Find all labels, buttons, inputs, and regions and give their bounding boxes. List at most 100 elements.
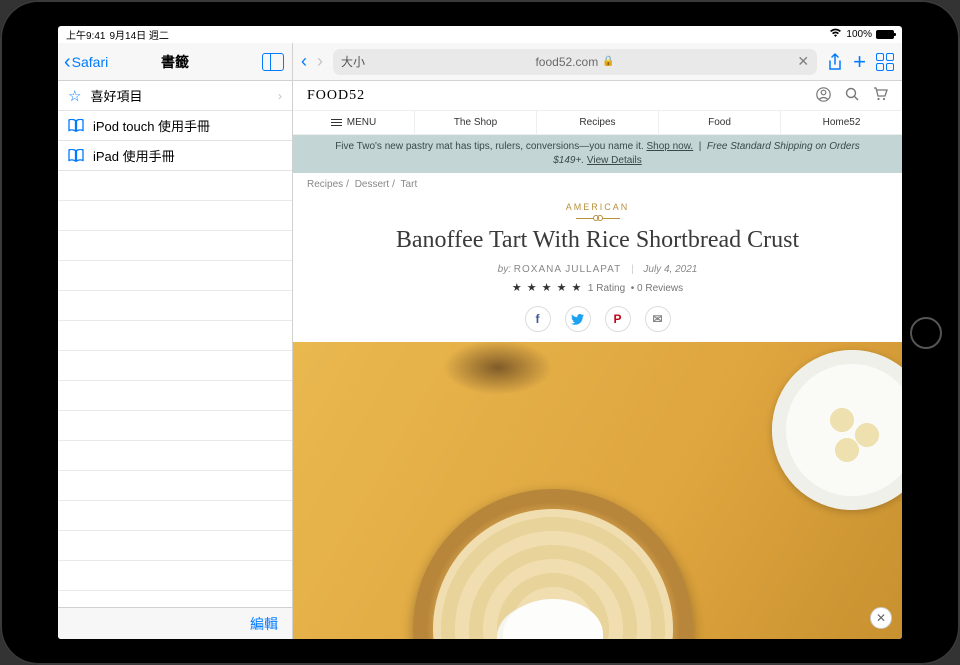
- nav-food[interactable]: Food: [659, 111, 781, 134]
- nav-recipes[interactable]: Recipes: [537, 111, 659, 134]
- cart-icon[interactable]: [873, 87, 888, 104]
- bookmark-favorites[interactable]: ☆ 喜好項目 ›: [58, 81, 292, 111]
- recipe-header: AMERICAN Banoffee Tart With Rice Shortbr…: [293, 196, 902, 342]
- bookmark-label: 喜好項目: [90, 86, 142, 105]
- lock-icon: 🔒: [602, 56, 614, 67]
- browser-pane: ‹ › 大小 food52.com 🔒 ✕ +: [293, 43, 902, 639]
- sidebar-toggle-icon[interactable]: [262, 53, 284, 71]
- chevron-right-icon: ›: [278, 89, 282, 103]
- list-item: [58, 471, 292, 501]
- url-text: food52.com: [535, 55, 598, 69]
- list-item: [58, 171, 292, 201]
- chevron-left-icon: ‹: [64, 52, 71, 72]
- image-detail: [443, 342, 553, 395]
- promo-text: Five Two's new pastry mat has tips, rule…: [335, 141, 644, 152]
- address-bar[interactable]: 大小 food52.com 🔒 ✕: [333, 49, 817, 75]
- nav-label: Recipes: [579, 117, 615, 128]
- wifi-icon: [829, 28, 842, 41]
- close-icon[interactable]: ✕: [870, 607, 892, 629]
- recipe-title: Banoffee Tart With Rice Shortbread Crust: [313, 227, 882, 254]
- share-button[interactable]: [827, 53, 843, 71]
- pinterest-icon[interactable]: P: [605, 306, 631, 332]
- bookmark-list[interactable]: ☆ 喜好項目 › iPod touch 使用手冊 i: [58, 81, 292, 607]
- crumb-link[interactable]: Tart: [401, 179, 418, 190]
- sidebar-footer: 編輯: [58, 607, 292, 639]
- image-detail: [772, 350, 902, 510]
- list-item: [58, 231, 292, 261]
- site-logo[interactable]: FOOD52: [307, 88, 365, 104]
- author-link[interactable]: ROXANA JULLAPAT: [514, 264, 621, 275]
- hamburger-icon: [331, 119, 342, 126]
- screen: 上午9:41 9月14日 週二 100% ‹ Safari 書籤: [58, 26, 902, 639]
- bookmark-item[interactable]: iPod touch 使用手冊: [58, 111, 292, 141]
- list-item: [58, 531, 292, 561]
- ipad-frame: 上午9:41 9月14日 週二 100% ‹ Safari 書籤: [0, 0, 960, 665]
- nav-home52[interactable]: Home52: [781, 111, 902, 134]
- nav-back-button[interactable]: ‹: [301, 51, 307, 72]
- list-item: [58, 411, 292, 441]
- star-rating-icon: ★ ★ ★ ★ ★: [512, 282, 583, 294]
- nav-label: The Shop: [454, 117, 497, 128]
- list-item: [58, 501, 292, 531]
- new-tab-button[interactable]: +: [853, 49, 866, 75]
- webpage-content: FOOD52: [293, 81, 902, 639]
- status-time: 上午9:41: [66, 27, 105, 42]
- by-prefix: by:: [498, 264, 511, 275]
- promo-shop-link[interactable]: Shop now.: [646, 141, 693, 152]
- back-label: Safari: [72, 54, 109, 70]
- sidebar-header: ‹ Safari 書籤: [58, 43, 292, 81]
- edit-button[interactable]: 編輯: [250, 614, 278, 634]
- list-item: [58, 561, 292, 591]
- nav-label: MENU: [347, 117, 376, 128]
- rating-row: ★ ★ ★ ★ ★ 1 Rating • 0 Reviews: [313, 281, 882, 294]
- list-item: [58, 351, 292, 381]
- recipe-hero-image: ✕: [293, 342, 902, 639]
- nav-shop[interactable]: The Shop: [415, 111, 537, 134]
- site-header: FOOD52: [293, 81, 902, 111]
- publish-date: July 4, 2021: [643, 264, 697, 275]
- crumb-link[interactable]: Dessert: [355, 179, 389, 190]
- battery-percent: 100%: [846, 29, 872, 40]
- nav-menu-button[interactable]: MENU: [293, 111, 415, 134]
- list-item: [58, 261, 292, 291]
- tabs-button[interactable]: [876, 53, 894, 71]
- facebook-icon[interactable]: f: [525, 306, 551, 332]
- category-label: AMERICAN: [313, 202, 882, 212]
- list-item: [58, 201, 292, 231]
- bookmark-label: iPad 使用手冊: [93, 146, 175, 165]
- account-icon[interactable]: [816, 87, 831, 105]
- site-nav: MENU The Shop Recipes Food Home52: [293, 111, 902, 135]
- crumb-link[interactable]: Recipes: [307, 179, 343, 190]
- text-size-button[interactable]: 大小: [341, 53, 365, 70]
- nav-label: Home52: [823, 117, 861, 128]
- list-item: [58, 441, 292, 471]
- bookmark-item[interactable]: iPad 使用手冊: [58, 141, 292, 171]
- nav-label: Food: [708, 117, 731, 128]
- back-button[interactable]: ‹ Safari: [64, 52, 108, 72]
- star-icon: ☆: [68, 87, 81, 105]
- battery-icon: [876, 30, 894, 39]
- status-date: 9月14日 週二: [109, 27, 168, 42]
- list-item: [58, 381, 292, 411]
- promo-banner: Five Two's new pastry mat has tips, rule…: [293, 135, 902, 173]
- book-icon: [68, 149, 84, 162]
- book-icon: [68, 119, 84, 132]
- share-row: f P ✉: [313, 306, 882, 332]
- bookmark-label: iPod touch 使用手冊: [93, 116, 210, 135]
- status-bar: 上午9:41 9月14日 週二 100%: [58, 26, 902, 43]
- byline: by: ROXANA JULLAPAT | July 4, 2021: [313, 264, 882, 275]
- email-icon[interactable]: ✉: [645, 306, 671, 332]
- stop-reload-button[interactable]: ✕: [797, 53, 809, 70]
- url-display: food52.com 🔒: [535, 55, 614, 69]
- rating-count: 1 Rating: [588, 283, 625, 294]
- home-button[interactable]: [910, 317, 942, 349]
- list-item: [58, 321, 292, 351]
- divider-ornament: [313, 215, 882, 221]
- nav-forward-button[interactable]: ›: [317, 51, 323, 72]
- twitter-icon[interactable]: [565, 306, 591, 332]
- browser-toolbar: ‹ › 大小 food52.com 🔒 ✕ +: [293, 43, 902, 81]
- promo-details-link[interactable]: View Details: [587, 155, 642, 166]
- list-item: [58, 291, 292, 321]
- search-icon[interactable]: [845, 87, 859, 104]
- review-count: 0 Reviews: [637, 283, 683, 294]
